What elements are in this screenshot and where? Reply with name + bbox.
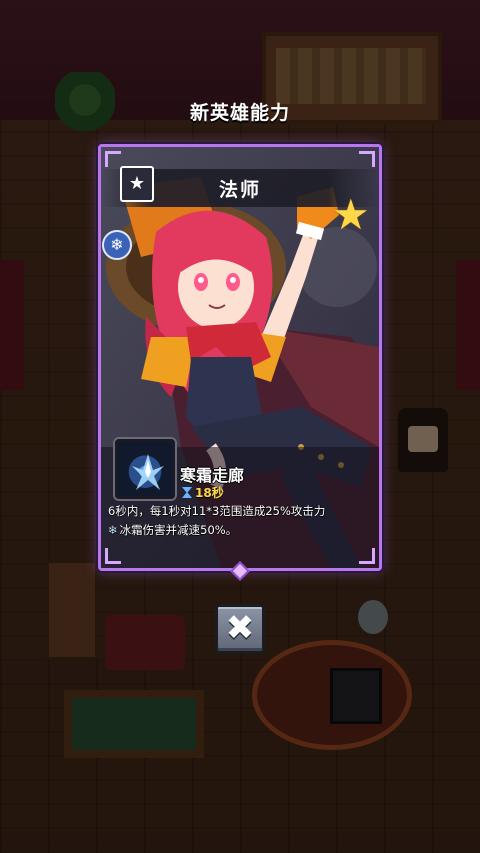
heading: 新英雄能力 xyxy=(189,102,290,124)
snowflake-icon: ❄ xyxy=(102,230,132,260)
spellbook-star-icon: ★ xyxy=(120,166,154,202)
skill-description-line-2: ❄ 冰霜伤害并减速50%。 xyxy=(108,521,374,540)
card-corner-ornament xyxy=(105,151,121,167)
skill-description-line: 6秒内，每1秒对11*3范围造成25%攻击力 xyxy=(108,504,326,518)
close-button[interactable]: ✖ xyxy=(215,604,265,654)
hourglass-icon xyxy=(182,487,192,498)
cooldown-value: 18秒 xyxy=(195,486,224,500)
frost-crystal-icon xyxy=(115,439,175,499)
skill-description: 6秒内，每1秒对11*3范围造成25%攻击力 ❄ 冰霜伤害并减速50%。 xyxy=(108,502,374,540)
skill-name: 寒霜走廊 xyxy=(180,466,245,485)
card-corner-ornament xyxy=(359,151,375,167)
skill-description-text: 冰霜伤害并减速50%。 xyxy=(119,523,238,537)
card-corner-ornament xyxy=(359,548,375,564)
frost-damage-icon: ❄ xyxy=(108,523,118,537)
star-icon: ★ xyxy=(332,190,370,239)
skill-cooldown: 18秒 xyxy=(182,484,224,501)
card-corner-ornament xyxy=(105,548,121,564)
